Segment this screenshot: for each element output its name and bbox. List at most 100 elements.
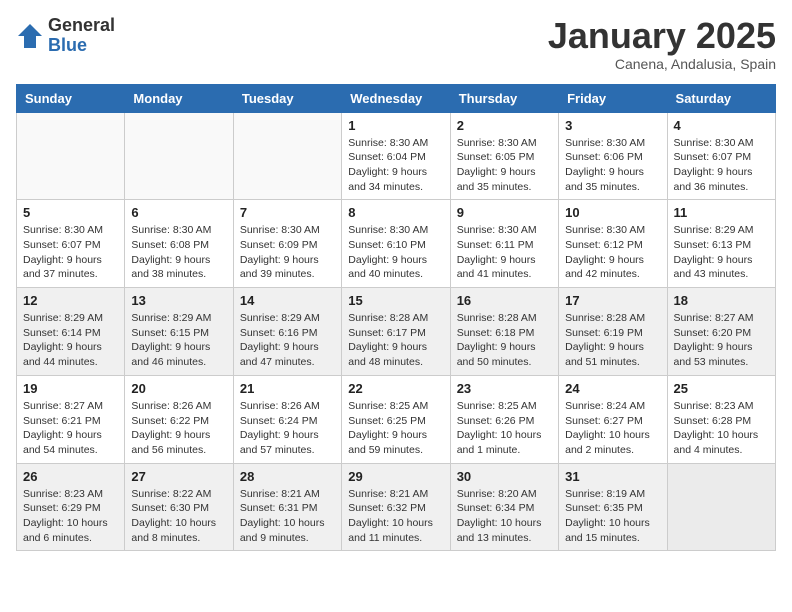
day-info: Sunrise: 8:29 AM Sunset: 6:16 PM Dayligh… — [240, 311, 335, 370]
calendar-table: SundayMondayTuesdayWednesdayThursdayFrid… — [16, 84, 776, 552]
day-number: 15 — [348, 293, 443, 308]
logo-blue-text: Blue — [48, 36, 115, 56]
logo-icon — [16, 22, 44, 50]
day-number: 2 — [457, 118, 552, 133]
day-number: 29 — [348, 469, 443, 484]
day-number: 31 — [565, 469, 660, 484]
calendar-cell: 24Sunrise: 8:24 AM Sunset: 6:27 PM Dayli… — [559, 375, 667, 463]
day-info: Sunrise: 8:28 AM Sunset: 6:19 PM Dayligh… — [565, 311, 660, 370]
day-number: 11 — [674, 205, 769, 220]
calendar-cell: 27 Sunrise: 8:22 AM Sunset: 6:30 PM Dayli… — [125, 463, 233, 551]
day-info: Sunrise: 8:20 AM Sunset: 6:34 PM Dayligh… — [457, 487, 552, 546]
day-number: 17 — [565, 293, 660, 308]
month-title: January 2025 — [548, 16, 776, 56]
col-header-saturday: Saturday — [667, 84, 775, 112]
calendar-week-1: 1Sunrise: 8:30 AM Sunset: 6:04 PM Daylig… — [17, 112, 776, 200]
col-header-friday: Friday — [559, 84, 667, 112]
day-info: Sunrise: 8:25 AM Sunset: 6:25 PM Dayligh… — [348, 399, 443, 458]
calendar-cell: 9Sunrise: 8:30 AM Sunset: 6:11 PM Daylig… — [450, 200, 558, 288]
day-info: Sunrise: 8:30 AM Sunset: 6:06 PM Dayligh… — [565, 136, 660, 195]
calendar-cell: 2 Sunrise: 8:30 AM Sunset: 6:05 PM Daylig… — [450, 112, 558, 200]
calendar-cell: 5 Sunrise: 8:30 AM Sunset: 6:07 PM Daylig… — [17, 200, 125, 288]
day-number: 1 — [348, 118, 443, 133]
calendar-cell: 20Sunrise: 8:26 AM Sunset: 6:22 PM Dayli… — [125, 375, 233, 463]
day-number: 30 — [457, 469, 552, 484]
calendar-week-5: 26 Sunrise: 8:23 AM Sunset: 6:29 PM Dayli… — [17, 463, 776, 551]
col-header-thursday: Thursday — [450, 84, 558, 112]
col-header-sunday: Sunday — [17, 84, 125, 112]
calendar-cell — [125, 112, 233, 200]
day-number: 13 — [131, 293, 226, 308]
day-info: Sunrise: 8:30 AM Sunset: 6:11 PM Dayligh… — [457, 223, 552, 282]
calendar-cell: 17 Sunrise: 8:28 AM Sunset: 6:19 PM Dayli… — [559, 288, 667, 376]
title-section: January 2025 Canena, Andalusia, Spain — [548, 16, 776, 72]
day-number: 22 — [348, 381, 443, 396]
calendar-cell: 21 Sunrise: 8:26 AM Sunset: 6:24 PM Dayli… — [233, 375, 341, 463]
day-info: Sunrise: 8:26 AM Sunset: 6:22 PM Dayligh… — [131, 399, 226, 458]
col-header-wednesday: Wednesday — [342, 84, 450, 112]
calendar-cell: 11 Sunrise: 8:29 AM Sunset: 6:13 PM Dayli… — [667, 200, 775, 288]
col-header-monday: Monday — [125, 84, 233, 112]
day-number: 24 — [565, 381, 660, 396]
calendar-cell — [667, 463, 775, 551]
col-header-tuesday: Tuesday — [233, 84, 341, 112]
calendar-cell: 14 Sunrise: 8:29 AM Sunset: 6:16 PM Dayli… — [233, 288, 341, 376]
calendar-cell: 8 Sunrise: 8:30 AM Sunset: 6:10 PM Daylig… — [342, 200, 450, 288]
day-info: Sunrise: 8:30 AM Sunset: 6:12 PM Dayligh… — [565, 223, 660, 282]
logo-general-text: General — [48, 16, 115, 36]
day-info: Sunrise: 8:26 AM Sunset: 6:24 PM Dayligh… — [240, 399, 335, 458]
day-number: 21 — [240, 381, 335, 396]
calendar-cell: 26 Sunrise: 8:23 AM Sunset: 6:29 PM Dayli… — [17, 463, 125, 551]
day-info: Sunrise: 8:29 AM Sunset: 6:14 PM Dayligh… — [23, 311, 118, 370]
calendar-cell: 31 Sunrise: 8:19 AM Sunset: 6:35 PM Dayli… — [559, 463, 667, 551]
calendar-week-4: 19Sunrise: 8:27 AM Sunset: 6:21 PM Dayli… — [17, 375, 776, 463]
day-number: 7 — [240, 205, 335, 220]
calendar-week-3: 12 Sunrise: 8:29 AM Sunset: 6:14 PM Dayli… — [17, 288, 776, 376]
calendar-cell: 4Sunrise: 8:30 AM Sunset: 6:07 PM Daylig… — [667, 112, 775, 200]
calendar-cell: 28 Sunrise: 8:21 AM Sunset: 6:31 PM Dayli… — [233, 463, 341, 551]
day-number: 14 — [240, 293, 335, 308]
calendar-cell: 29 Sunrise: 8:21 AM Sunset: 6:32 PM Dayli… — [342, 463, 450, 551]
day-number: 27 — [131, 469, 226, 484]
day-info: Sunrise: 8:25 AM Sunset: 6:26 PM Dayligh… — [457, 399, 552, 458]
day-info: Sunrise: 8:30 AM Sunset: 6:07 PM Dayligh… — [23, 223, 118, 282]
calendar-cell — [17, 112, 125, 200]
calendar-cell: 19Sunrise: 8:27 AM Sunset: 6:21 PM Dayli… — [17, 375, 125, 463]
day-number: 12 — [23, 293, 118, 308]
day-number: 8 — [348, 205, 443, 220]
calendar-cell — [233, 112, 341, 200]
calendar-cell: 13 Sunrise: 8:29 AM Sunset: 6:15 PM Dayli… — [125, 288, 233, 376]
day-info: Sunrise: 8:27 AM Sunset: 6:21 PM Dayligh… — [23, 399, 118, 458]
calendar-cell: 10Sunrise: 8:30 AM Sunset: 6:12 PM Dayli… — [559, 200, 667, 288]
day-info: Sunrise: 8:23 AM Sunset: 6:29 PM Dayligh… — [23, 487, 118, 546]
day-number: 18 — [674, 293, 769, 308]
day-number: 26 — [23, 469, 118, 484]
calendar-cell: 7Sunrise: 8:30 AM Sunset: 6:09 PM Daylig… — [233, 200, 341, 288]
day-info: Sunrise: 8:30 AM Sunset: 6:10 PM Dayligh… — [348, 223, 443, 282]
day-number: 28 — [240, 469, 335, 484]
day-info: Sunrise: 8:30 AM Sunset: 6:05 PM Dayligh… — [457, 136, 552, 195]
calendar-cell: 16Sunrise: 8:28 AM Sunset: 6:18 PM Dayli… — [450, 288, 558, 376]
day-info: Sunrise: 8:29 AM Sunset: 6:13 PM Dayligh… — [674, 223, 769, 282]
day-info: Sunrise: 8:21 AM Sunset: 6:32 PM Dayligh… — [348, 487, 443, 546]
calendar-cell: 23 Sunrise: 8:25 AM Sunset: 6:26 PM Dayli… — [450, 375, 558, 463]
calendar-header: SundayMondayTuesdayWednesdayThursdayFrid… — [17, 84, 776, 112]
day-info: Sunrise: 8:27 AM Sunset: 6:20 PM Dayligh… — [674, 311, 769, 370]
day-info: Sunrise: 8:29 AM Sunset: 6:15 PM Dayligh… — [131, 311, 226, 370]
day-number: 3 — [565, 118, 660, 133]
day-info: Sunrise: 8:19 AM Sunset: 6:35 PM Dayligh… — [565, 487, 660, 546]
day-number: 4 — [674, 118, 769, 133]
calendar-week-2: 5 Sunrise: 8:30 AM Sunset: 6:07 PM Daylig… — [17, 200, 776, 288]
calendar-cell: 3 Sunrise: 8:30 AM Sunset: 6:06 PM Daylig… — [559, 112, 667, 200]
day-number: 5 — [23, 205, 118, 220]
calendar-cell: 18 Sunrise: 8:27 AM Sunset: 6:20 PM Dayli… — [667, 288, 775, 376]
calendar-cell: 12 Sunrise: 8:29 AM Sunset: 6:14 PM Dayli… — [17, 288, 125, 376]
day-number: 23 — [457, 381, 552, 396]
day-number: 25 — [674, 381, 769, 396]
calendar-cell: 6Sunrise: 8:30 AM Sunset: 6:08 PM Daylig… — [125, 200, 233, 288]
calendar-cell: 1Sunrise: 8:30 AM Sunset: 6:04 PM Daylig… — [342, 112, 450, 200]
day-info: Sunrise: 8:22 AM Sunset: 6:30 PM Dayligh… — [131, 487, 226, 546]
page-header: General Blue January 2025 Canena, Andalu… — [16, 16, 776, 72]
day-info: Sunrise: 8:28 AM Sunset: 6:17 PM Dayligh… — [348, 311, 443, 370]
day-info: Sunrise: 8:21 AM Sunset: 6:31 PM Dayligh… — [240, 487, 335, 546]
